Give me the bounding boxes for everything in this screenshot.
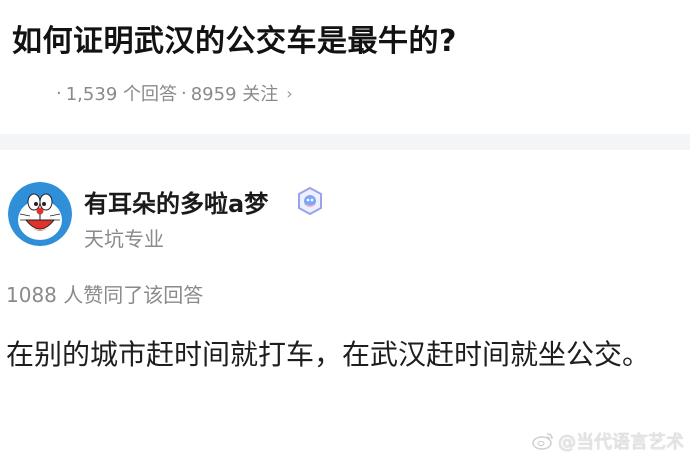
question-title[interactable]: 如何证明武汉的公交车是最牛的? [12, 16, 457, 60]
zhihu-answer-page: 如何证明武汉的公交车是最牛的? · 1,539 个回答 · 8959 关注 › … [0, 0, 690, 464]
answers-count: 1,539 个回答 [65, 84, 177, 105]
author-name[interactable]: 有耳朵的多啦a梦 [84, 184, 268, 219]
weibo-logo-icon [532, 433, 553, 450]
meta-dot: · [56, 82, 62, 104]
followers-count: 8959 关注 [190, 84, 279, 105]
question-meta[interactable]: · 1,539 个回答 · 8959 关注 › [52, 80, 293, 106]
section-divider [0, 134, 690, 150]
verified-badge-icon[interactable] [296, 186, 324, 216]
vote-count: 1088 人赞同了该回答 [6, 283, 204, 307]
author-headline: 天坑专业 [84, 227, 164, 251]
answer-content[interactable]: 在别的城市赶时间就打车，在武汉赶时间就坐公交。 [6, 332, 682, 378]
watermark-text: @当代语言艺术 [558, 432, 684, 453]
chevron-right-icon: › [286, 83, 293, 103]
watermark: @当代语言艺术 [532, 428, 684, 454]
meta-dot: · [181, 82, 187, 104]
doraemon-avatar-icon[interactable] [8, 182, 72, 246]
